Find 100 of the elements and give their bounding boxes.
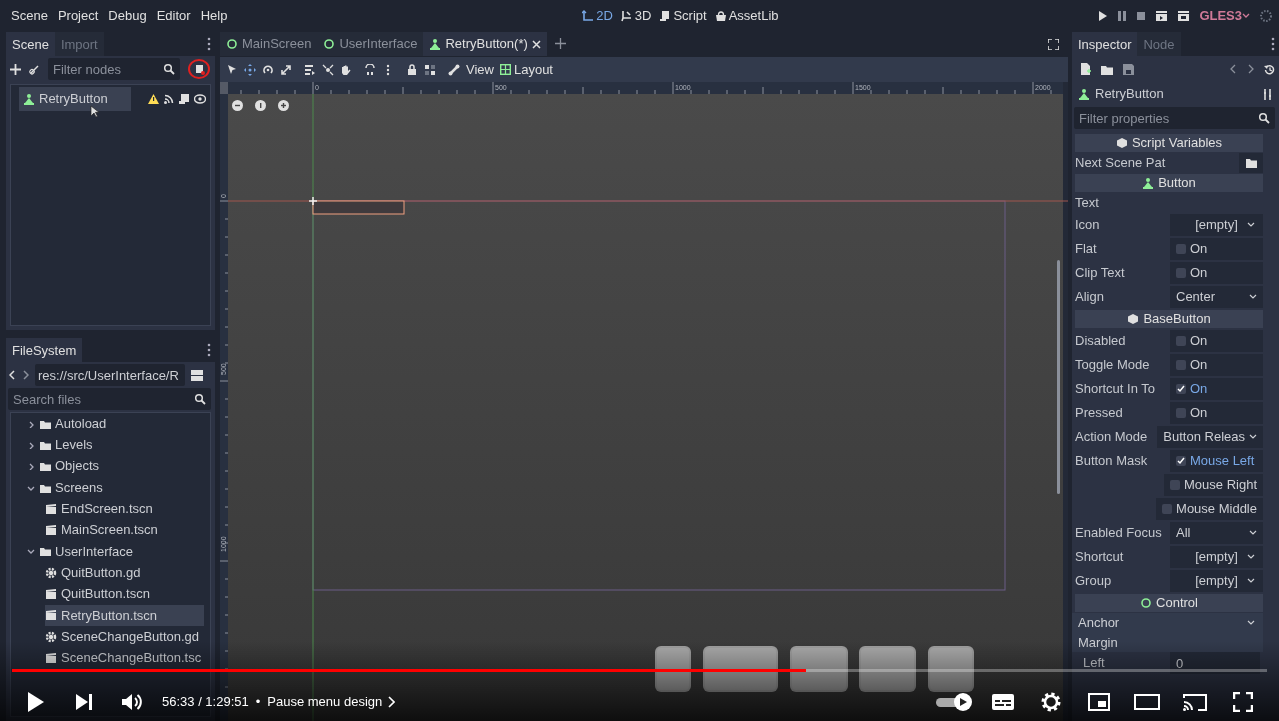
forward-icon[interactable] bbox=[1247, 64, 1254, 74]
close-icon[interactable] bbox=[531, 39, 541, 49]
file-item[interactable]: QuitButton.gd bbox=[45, 562, 210, 584]
file-item[interactable]: RetryButton.tscn bbox=[45, 604, 204, 626]
lock-icon[interactable] bbox=[406, 63, 418, 76]
bone-icon[interactable] bbox=[448, 63, 460, 76]
menu-item[interactable]: Debug bbox=[103, 6, 152, 26]
stop-icon[interactable] bbox=[1136, 10, 1147, 22]
snap-icon[interactable] bbox=[364, 63, 376, 76]
back-icon[interactable] bbox=[1230, 64, 1237, 74]
checkbox[interactable] bbox=[1162, 504, 1173, 514]
move-icon[interactable] bbox=[244, 63, 256, 76]
zoom-reset-icon[interactable] bbox=[255, 100, 266, 111]
add-icon[interactable] bbox=[10, 63, 21, 75]
split-view-icon[interactable] bbox=[191, 369, 203, 381]
checkbox-field[interactable]: On bbox=[1170, 330, 1263, 352]
document-tab[interactable]: RetryButton(*) bbox=[423, 32, 547, 56]
checkbox-field[interactable]: Mouse Right bbox=[1164, 474, 1263, 496]
script-icon[interactable] bbox=[179, 93, 189, 104]
checkbox[interactable] bbox=[1176, 384, 1186, 394]
workspace-tab[interactable]: Script bbox=[655, 6, 711, 26]
pivot-cross-icon[interactable] bbox=[308, 196, 318, 206]
dock-tab[interactable]: Scene bbox=[6, 32, 55, 56]
scale-icon[interactable] bbox=[280, 63, 292, 76]
tree-node[interactable]: RetryButton bbox=[19, 87, 131, 111]
checkbox-field[interactable]: On bbox=[1170, 354, 1263, 376]
dropdown[interactable]: Center bbox=[1170, 286, 1263, 308]
add-tab-icon[interactable] bbox=[554, 38, 566, 49]
checkbox[interactable] bbox=[1176, 268, 1186, 278]
link-icon[interactable] bbox=[29, 63, 40, 75]
file-item[interactable]: SceneChangeButton.gd bbox=[45, 625, 210, 648]
play-icon[interactable] bbox=[1098, 10, 1109, 22]
select-arrow-icon[interactable] bbox=[226, 63, 238, 76]
eye-icon[interactable] bbox=[194, 93, 206, 104]
file-item[interactable]: MainScreen.tscn bbox=[45, 519, 210, 541]
dropdown[interactable]: [empty] bbox=[1170, 214, 1263, 236]
new-file-icon[interactable] bbox=[1080, 63, 1091, 75]
signal-icon[interactable] bbox=[164, 93, 174, 104]
menu-item[interactable]: Project bbox=[52, 6, 104, 26]
tools-icon[interactable] bbox=[1263, 88, 1273, 100]
section-header[interactable]: Control bbox=[1075, 594, 1263, 612]
zoom-in-icon[interactable] bbox=[278, 100, 289, 111]
more-icon[interactable] bbox=[1271, 37, 1275, 51]
warning-icon[interactable] bbox=[148, 93, 159, 104]
pivot-icon[interactable] bbox=[322, 63, 334, 76]
file-item[interactable]: SceneChangeButton.tsc bbox=[45, 647, 210, 669]
forward-icon[interactable] bbox=[22, 370, 29, 380]
pan-hand-icon[interactable] bbox=[340, 63, 352, 76]
file-item[interactable]: Levels bbox=[27, 434, 210, 456]
workspace-tab[interactable]: 3D bbox=[616, 6, 656, 26]
dropdown[interactable]: All bbox=[1170, 522, 1263, 544]
file-picker-button[interactable] bbox=[1239, 153, 1263, 173]
progress-track[interactable] bbox=[12, 669, 1267, 672]
checkbox[interactable] bbox=[1176, 456, 1186, 466]
file-item[interactable]: QuitButton.tscn bbox=[45, 583, 210, 605]
checkbox[interactable] bbox=[1176, 244, 1186, 254]
folder-icon[interactable] bbox=[1101, 63, 1113, 75]
filter-field[interactable]: Filter properties bbox=[1074, 107, 1275, 129]
file-item[interactable]: Objects bbox=[27, 455, 210, 477]
checkbox[interactable] bbox=[1176, 408, 1186, 418]
path-field[interactable]: res://src/UserInterface/R bbox=[35, 364, 185, 386]
zoom-out-icon[interactable] bbox=[232, 100, 243, 111]
dock-tab[interactable]: Inspector bbox=[1072, 32, 1138, 56]
checkbox-field[interactable]: On bbox=[1170, 378, 1263, 400]
file-item[interactable]: Screens bbox=[27, 476, 210, 499]
file-item[interactable]: Autoload bbox=[27, 413, 210, 435]
script-icon[interactable] bbox=[193, 63, 205, 75]
layout-menu[interactable]: Layout bbox=[499, 59, 553, 80]
fullscreen-icon[interactable] bbox=[1048, 39, 1059, 50]
more-icon[interactable] bbox=[207, 37, 211, 51]
renderer-dropdown[interactable]: GLES3 bbox=[1199, 6, 1250, 26]
checkbox[interactable] bbox=[1176, 360, 1186, 370]
clapperboard-icon[interactable] bbox=[1177, 10, 1191, 22]
checkbox-field[interactable]: On bbox=[1170, 402, 1263, 424]
checkbox-field[interactable]: Mouse Middle bbox=[1156, 498, 1263, 520]
document-tab[interactable]: UserInterface bbox=[317, 32, 424, 56]
checkbox-field[interactable]: On bbox=[1170, 262, 1263, 284]
menu-item[interactable]: Editor bbox=[151, 6, 196, 26]
history-icon[interactable] bbox=[1264, 63, 1275, 75]
section-header[interactable]: BaseButton bbox=[1075, 310, 1263, 328]
view-menu[interactable]: View bbox=[466, 59, 494, 80]
dropdown[interactable]: Button Releas bbox=[1157, 426, 1263, 448]
filter-field[interactable]: Filter nodes bbox=[48, 58, 180, 80]
rotate-icon[interactable] bbox=[262, 63, 274, 76]
section-header[interactable]: Button bbox=[1075, 174, 1263, 192]
number-field[interactable]: 0 bbox=[1170, 652, 1260, 674]
caret-icon[interactable] bbox=[1247, 618, 1255, 627]
save-icon[interactable] bbox=[1123, 63, 1134, 75]
group-icon[interactable] bbox=[424, 63, 436, 76]
more-icon[interactable] bbox=[207, 343, 211, 357]
workspace-tab[interactable]: AssetLib bbox=[710, 6, 783, 26]
chapter-link[interactable]: Pause menu design bbox=[267, 692, 396, 712]
list-select-icon[interactable] bbox=[304, 63, 316, 76]
dock-tab[interactable]: FileSystem bbox=[6, 338, 83, 362]
dropdown[interactable]: [empty] bbox=[1170, 570, 1263, 592]
checkbox[interactable] bbox=[1170, 480, 1180, 490]
document-tab[interactable]: MainScreen bbox=[220, 32, 318, 56]
checkbox[interactable] bbox=[1176, 336, 1186, 346]
file-item[interactable]: UserInterface bbox=[27, 540, 210, 563]
section-header[interactable]: Script Variables bbox=[1075, 134, 1263, 152]
